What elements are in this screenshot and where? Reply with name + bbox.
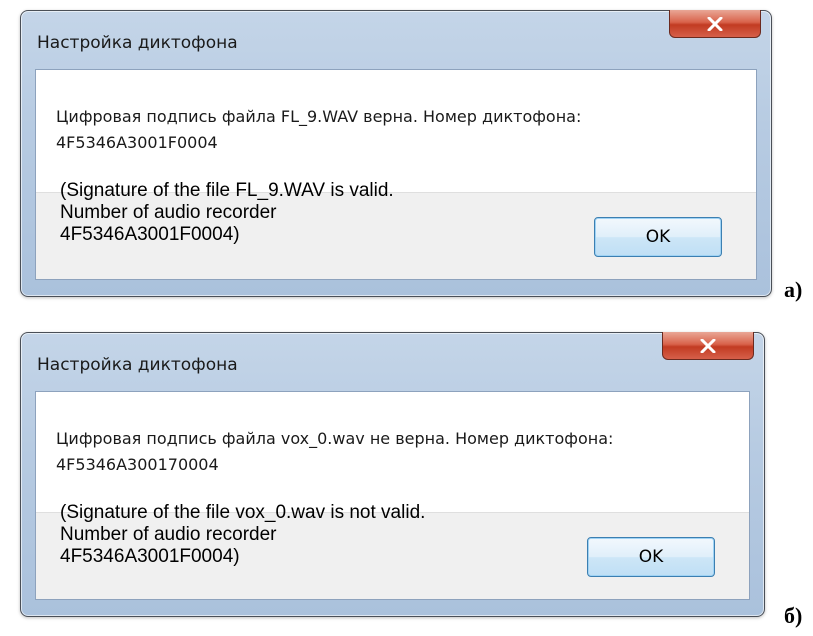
ok-button[interactable]: OK (594, 217, 722, 257)
message-dialog-a: Настройка диктофона Цифровая подпись фай… (20, 10, 772, 297)
figure-caption-b: б) (784, 603, 803, 628)
close-x-icon (707, 16, 723, 31)
close-x-icon (700, 338, 716, 353)
close-button[interactable] (669, 10, 761, 38)
dialog-client-area: Цифровая подпись файла FL_9.WAV верна. Н… (35, 69, 757, 280)
translation-annotation: (Signature of the file FL_9.WAV is valid… (60, 180, 394, 245)
dialog-message: Цифровая подпись файла vox_0.wav не верн… (56, 429, 614, 474)
dialog-client-area: Цифровая подпись файла vox_0.wav не верн… (35, 391, 750, 600)
close-button[interactable] (662, 332, 754, 360)
translation-annotation: (Signature of the file vox_0.wav is not … (60, 502, 426, 567)
dialog-message: Цифровая подпись файла FL_9.WAV верна. Н… (56, 107, 582, 152)
dialog-title: Настройка диктофона (37, 33, 238, 53)
figure-caption-a: а) (784, 277, 803, 302)
ok-button[interactable]: OK (587, 537, 715, 577)
message-dialog-b: Настройка диктофона Цифровая подпись фай… (20, 332, 765, 617)
dialog-title: Настройка диктофона (37, 355, 238, 375)
